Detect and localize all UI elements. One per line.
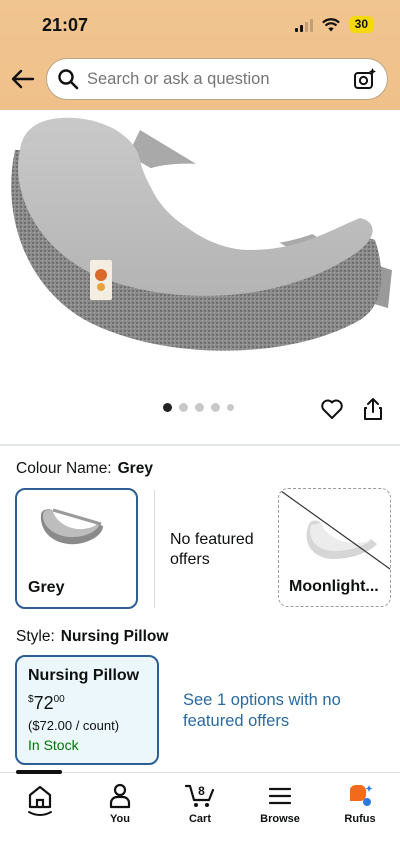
section-divider xyxy=(0,444,400,446)
cart-icon: 8 xyxy=(185,784,215,807)
swatch-moonlight[interactable]: Moonlight... xyxy=(278,488,391,607)
wifi-icon xyxy=(321,17,340,31)
no-featured-offers: No featured offers xyxy=(170,531,254,568)
price: $7200 xyxy=(28,693,146,714)
person-icon xyxy=(109,783,131,809)
nursing-pillow-image xyxy=(11,117,392,351)
battery-badge: 30 xyxy=(348,16,374,33)
tab-label: Rufus xyxy=(344,813,376,825)
see-options-link[interactable]: See 1 options with no featured offers xyxy=(183,690,383,732)
search-input[interactable] xyxy=(87,69,349,89)
swatch-name: Grey xyxy=(28,579,65,596)
share-icon[interactable] xyxy=(362,397,384,421)
colour-label: Colour Name: xyxy=(16,460,112,477)
tab-home[interactable] xyxy=(0,783,80,821)
price-fraction: 00 xyxy=(53,694,65,705)
tab-you[interactable]: You xyxy=(80,783,160,825)
swatch-grey-image xyxy=(40,508,103,545)
header: 21:07 30 xyxy=(0,0,400,110)
tab-rufus[interactable]: Rufus xyxy=(320,783,400,825)
swatch-name: Moonlight... xyxy=(289,578,379,595)
menu-icon xyxy=(268,787,292,805)
style-option-title: Nursing Pillow xyxy=(28,667,140,684)
bottom-tab-bar: You 8 Cart Browse Rufus xyxy=(0,770,400,866)
search-icon xyxy=(58,69,79,90)
carousel-dot[interactable] xyxy=(179,403,188,412)
tab-cart[interactable]: 8 Cart xyxy=(160,783,240,825)
camera-sparkle-icon[interactable] xyxy=(353,67,377,91)
carousel-dot[interactable] xyxy=(211,403,220,412)
carousel-dot[interactable] xyxy=(163,403,172,412)
status-bar: 21:07 30 xyxy=(0,0,400,52)
tab-label: Browse xyxy=(260,813,300,825)
colour-label-row: Colour Name: Grey xyxy=(16,460,153,478)
active-tab-indicator xyxy=(16,770,62,774)
carousel-dot[interactable] xyxy=(195,403,204,412)
style-option-card[interactable]: Nursing Pillow $7200 ($72.00 / count) In… xyxy=(15,655,159,765)
carousel-dot[interactable] xyxy=(227,404,234,411)
home-icon xyxy=(28,785,52,816)
tab-label: You xyxy=(110,813,130,825)
search-bar[interactable] xyxy=(46,58,388,100)
back-arrow-icon[interactable] xyxy=(10,66,36,92)
cart-count-badge: 8 xyxy=(198,784,205,798)
swatch-separator xyxy=(154,490,155,608)
style-value: Nursing Pillow xyxy=(60,628,169,645)
unit-price: ($72.00 / count) xyxy=(28,718,120,733)
status-indicators: 30 xyxy=(294,16,374,33)
colour-value: Grey xyxy=(117,460,153,477)
tab-label: Cart xyxy=(188,813,211,825)
style-label: Style: xyxy=(16,628,55,645)
status-time: 21:07 xyxy=(42,15,89,35)
carousel-dots[interactable] xyxy=(163,403,234,412)
heart-icon[interactable] xyxy=(320,397,344,421)
product-image[interactable] xyxy=(0,110,400,396)
rufus-icon xyxy=(350,784,373,806)
price-main: 72 xyxy=(33,693,54,713)
signal-icon xyxy=(294,18,313,32)
swatch-grey[interactable]: Grey xyxy=(15,488,138,609)
stock-status: In Stock xyxy=(28,737,79,753)
style-label-row: Style: Nursing Pillow xyxy=(16,628,168,646)
tab-browse[interactable]: Browse xyxy=(240,783,320,825)
